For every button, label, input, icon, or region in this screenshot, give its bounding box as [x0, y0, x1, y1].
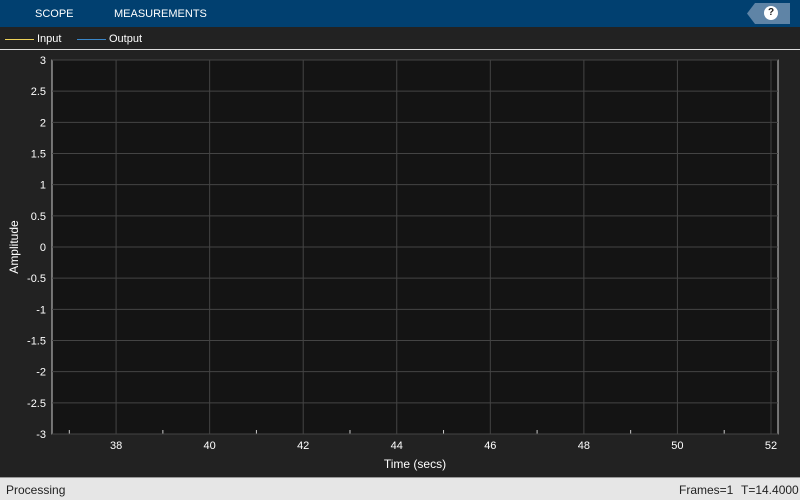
- tab-measurements[interactable]: MEASUREMENTS: [114, 8, 207, 20]
- y-tick-label: 1: [40, 180, 46, 192]
- frames-readout: Frames=1: [679, 483, 734, 497]
- help-icon: ?: [764, 6, 778, 20]
- x-tick-label: 50: [671, 440, 683, 452]
- tab-scope[interactable]: SCOPE: [35, 8, 74, 20]
- time-readout: T=14.4000: [741, 483, 799, 497]
- y-axis-label: Amplitude: [7, 220, 21, 274]
- time-scope-plot[interactable]: 38 40 42 44 46 48 50 52 3 2.5 2 1.5 1 0.5 0 -0.5 -1 -1.5 -…: [0, 51, 800, 477]
- x-tick-label: 42: [297, 440, 309, 452]
- toolstrip: SCOPE MEASUREMENTS ?: [0, 0, 800, 27]
- x-tick-label: 40: [204, 440, 216, 452]
- y-tick-label: 1.5: [31, 149, 46, 161]
- y-tick-label: 2: [40, 117, 46, 129]
- legend-item-input[interactable]: Input: [5, 33, 61, 45]
- x-axis-label: Time (secs): [384, 457, 446, 471]
- y-tick-label: -0.5: [27, 273, 46, 285]
- y-tick-label: -2.5: [27, 398, 46, 410]
- y-tick-label: 3: [40, 55, 46, 67]
- y-tick-label: -1.5: [27, 336, 46, 348]
- status-text: Processing: [6, 483, 66, 497]
- legend-label: Output: [109, 33, 143, 45]
- y-tick-label: -1: [36, 304, 46, 316]
- status-bar: Processing Frames=1 T=14.4000: [0, 477, 800, 500]
- y-tick-label: 0: [40, 242, 46, 254]
- y-tick-label: 0.5: [31, 211, 46, 223]
- legend: Input Output: [0, 27, 800, 50]
- x-tick-label: 38: [110, 440, 122, 452]
- x-tick-label: 52: [765, 440, 777, 452]
- x-tick-label: 46: [484, 440, 496, 452]
- x-tick-label: 44: [391, 440, 403, 452]
- y-tick-label: -3: [36, 429, 46, 441]
- help-button[interactable]: ?: [747, 3, 790, 24]
- legend-item-output[interactable]: Output: [77, 33, 142, 45]
- legend-label: Input: [37, 33, 62, 45]
- y-tick-label: -2: [36, 367, 46, 379]
- input-line-swatch: [5, 38, 34, 40]
- y-tick-label: 2.5: [31, 86, 46, 98]
- output-line-swatch: [77, 38, 106, 40]
- x-tick-label: 48: [578, 440, 590, 452]
